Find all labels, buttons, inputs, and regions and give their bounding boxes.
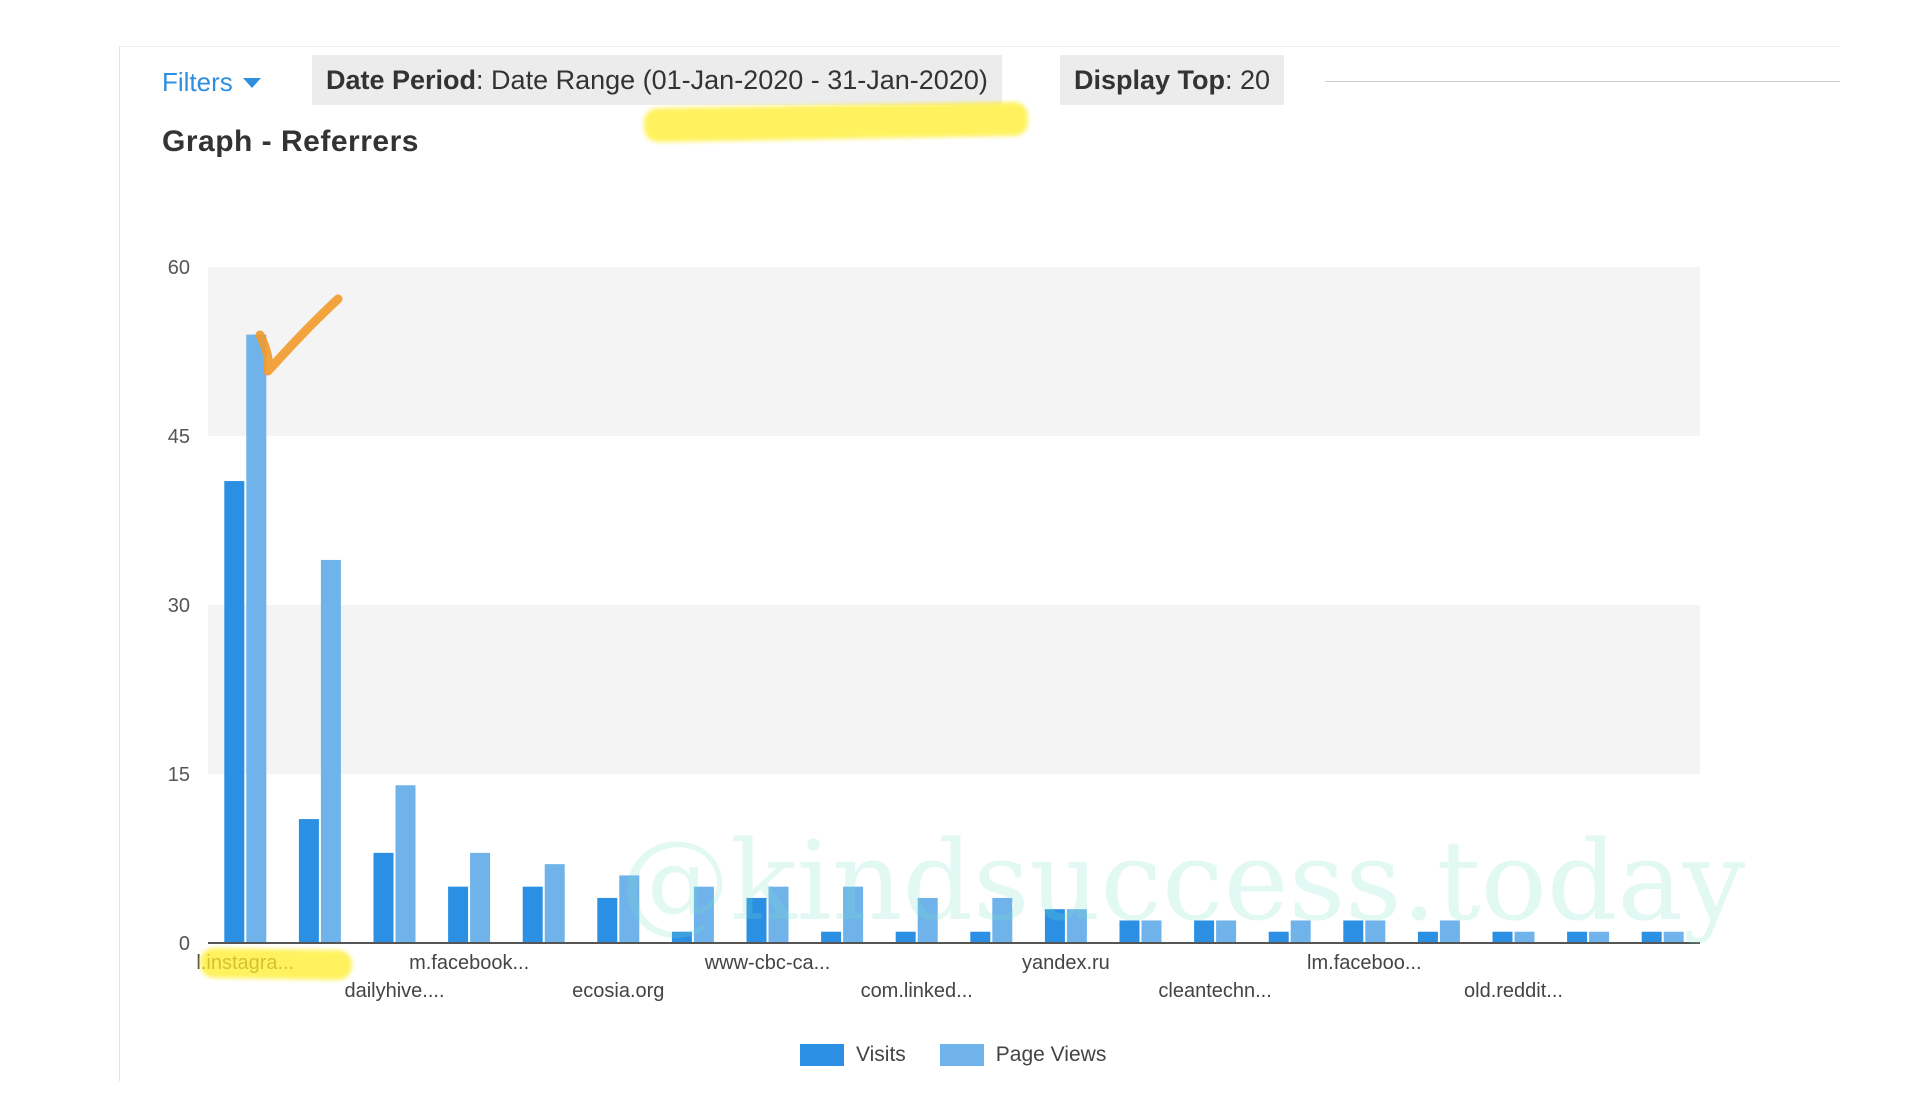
y-tick-label: 15 — [168, 764, 190, 786]
x-tick-label: ecosia.org — [572, 980, 664, 1002]
bar-page-views — [1514, 931, 1535, 943]
legend-label-visits: Visits — [856, 1043, 906, 1066]
x-tick-label: dailyhive.... — [344, 980, 444, 1002]
bar-visits — [1268, 931, 1289, 943]
bar-visits — [1417, 931, 1438, 943]
y-tick-label: 30 — [168, 595, 190, 617]
y-tick-label: 0 — [179, 933, 190, 955]
legend-item-page-views[interactable]: Page Views — [939, 1043, 1107, 1067]
referrers-bar-chart: 015304560 l.instagra...dailyhive....m.fa… — [168, 257, 1700, 1002]
chart-legend: Visits Page Views — [800, 1043, 1124, 1067]
bar-visits — [970, 931, 991, 943]
x-tick-label: lm.faceboo... — [1307, 952, 1422, 974]
bar-visits — [373, 852, 394, 943]
bar-page-views — [1066, 909, 1087, 943]
bar-page-views — [1216, 920, 1237, 943]
bar-page-views — [1290, 920, 1311, 943]
display-top-value: : 20 — [1225, 65, 1271, 95]
date-period-value: : Date Range (01-Jan-2020 - 31-Jan-2020) — [476, 65, 988, 95]
bar-visits — [1194, 920, 1215, 943]
bar-visits — [1343, 920, 1364, 943]
filters-label: Filters — [162, 67, 233, 97]
bar-visits — [1119, 920, 1140, 943]
legend-label-page-views: Page Views — [995, 1043, 1107, 1066]
bar-page-views — [917, 897, 938, 943]
grid-band — [208, 605, 1700, 774]
bar-page-views — [1589, 931, 1610, 943]
bar-visits — [522, 886, 543, 943]
bar-page-views — [246, 334, 267, 944]
label-highlight-mark — [199, 947, 353, 981]
display-top-label: Display Top — [1074, 65, 1226, 95]
bar-page-views — [470, 852, 491, 943]
bar-visits — [448, 886, 469, 943]
bar-visits — [1492, 931, 1513, 943]
bar-page-views — [395, 785, 416, 943]
y-tick-label: 60 — [168, 257, 190, 279]
y-tick-label: 45 — [168, 426, 190, 448]
bar-visits — [671, 931, 692, 943]
bar-page-views — [992, 897, 1013, 943]
graph-title: Graph - Referrers — [162, 125, 419, 158]
x-tick-label: com.linked... — [861, 980, 973, 1002]
bar-visits — [821, 931, 842, 943]
date-highlight-mark — [643, 101, 1029, 143]
grid-band — [208, 267, 1700, 436]
referrers-panel: Filters Date Period: Date Range (01-Jan-… — [119, 46, 1840, 1081]
bar-page-views — [768, 886, 789, 943]
bar-page-views — [693, 886, 714, 943]
x-tick-label: www-cbc-ca... — [704, 952, 831, 974]
bar-visits — [224, 481, 245, 943]
bar-page-views — [320, 559, 341, 943]
date-period-label: Date Period — [326, 65, 477, 95]
bar-page-views — [619, 875, 640, 943]
caret-down-icon — [242, 77, 261, 88]
x-tick-label: yandex.ru — [1022, 952, 1110, 974]
bar-visits — [1641, 931, 1662, 943]
x-tick-label: cleantechn... — [1158, 980, 1271, 1002]
date-period-chip[interactable]: Date Period: Date Range (01-Jan-2020 - 3… — [312, 55, 1002, 105]
x-tick-label: old.reddit... — [1464, 980, 1563, 1002]
bar-visits — [746, 897, 767, 943]
filters-dropdown[interactable]: Filters — [162, 67, 261, 98]
bar-visits — [1044, 909, 1065, 943]
bar-page-views — [843, 886, 864, 943]
bar-page-views — [1141, 920, 1162, 943]
bar-visits — [298, 819, 319, 943]
legend-swatch-page-views — [939, 1044, 984, 1066]
bar-page-views — [544, 864, 565, 943]
bar-page-views — [1663, 931, 1684, 943]
legend-swatch-visits — [800, 1044, 844, 1066]
bar-page-views — [1365, 920, 1386, 943]
display-top-chip[interactable]: Display Top: 20 — [1060, 55, 1285, 105]
toolbar-divider — [1325, 81, 1840, 82]
legend-item-visits[interactable]: Visits — [800, 1043, 906, 1067]
bar-visits — [597, 897, 618, 943]
bar-visits — [1567, 931, 1588, 943]
bar-visits — [895, 931, 916, 943]
x-tick-label: m.facebook... — [409, 952, 529, 974]
bar-page-views — [1439, 920, 1460, 943]
